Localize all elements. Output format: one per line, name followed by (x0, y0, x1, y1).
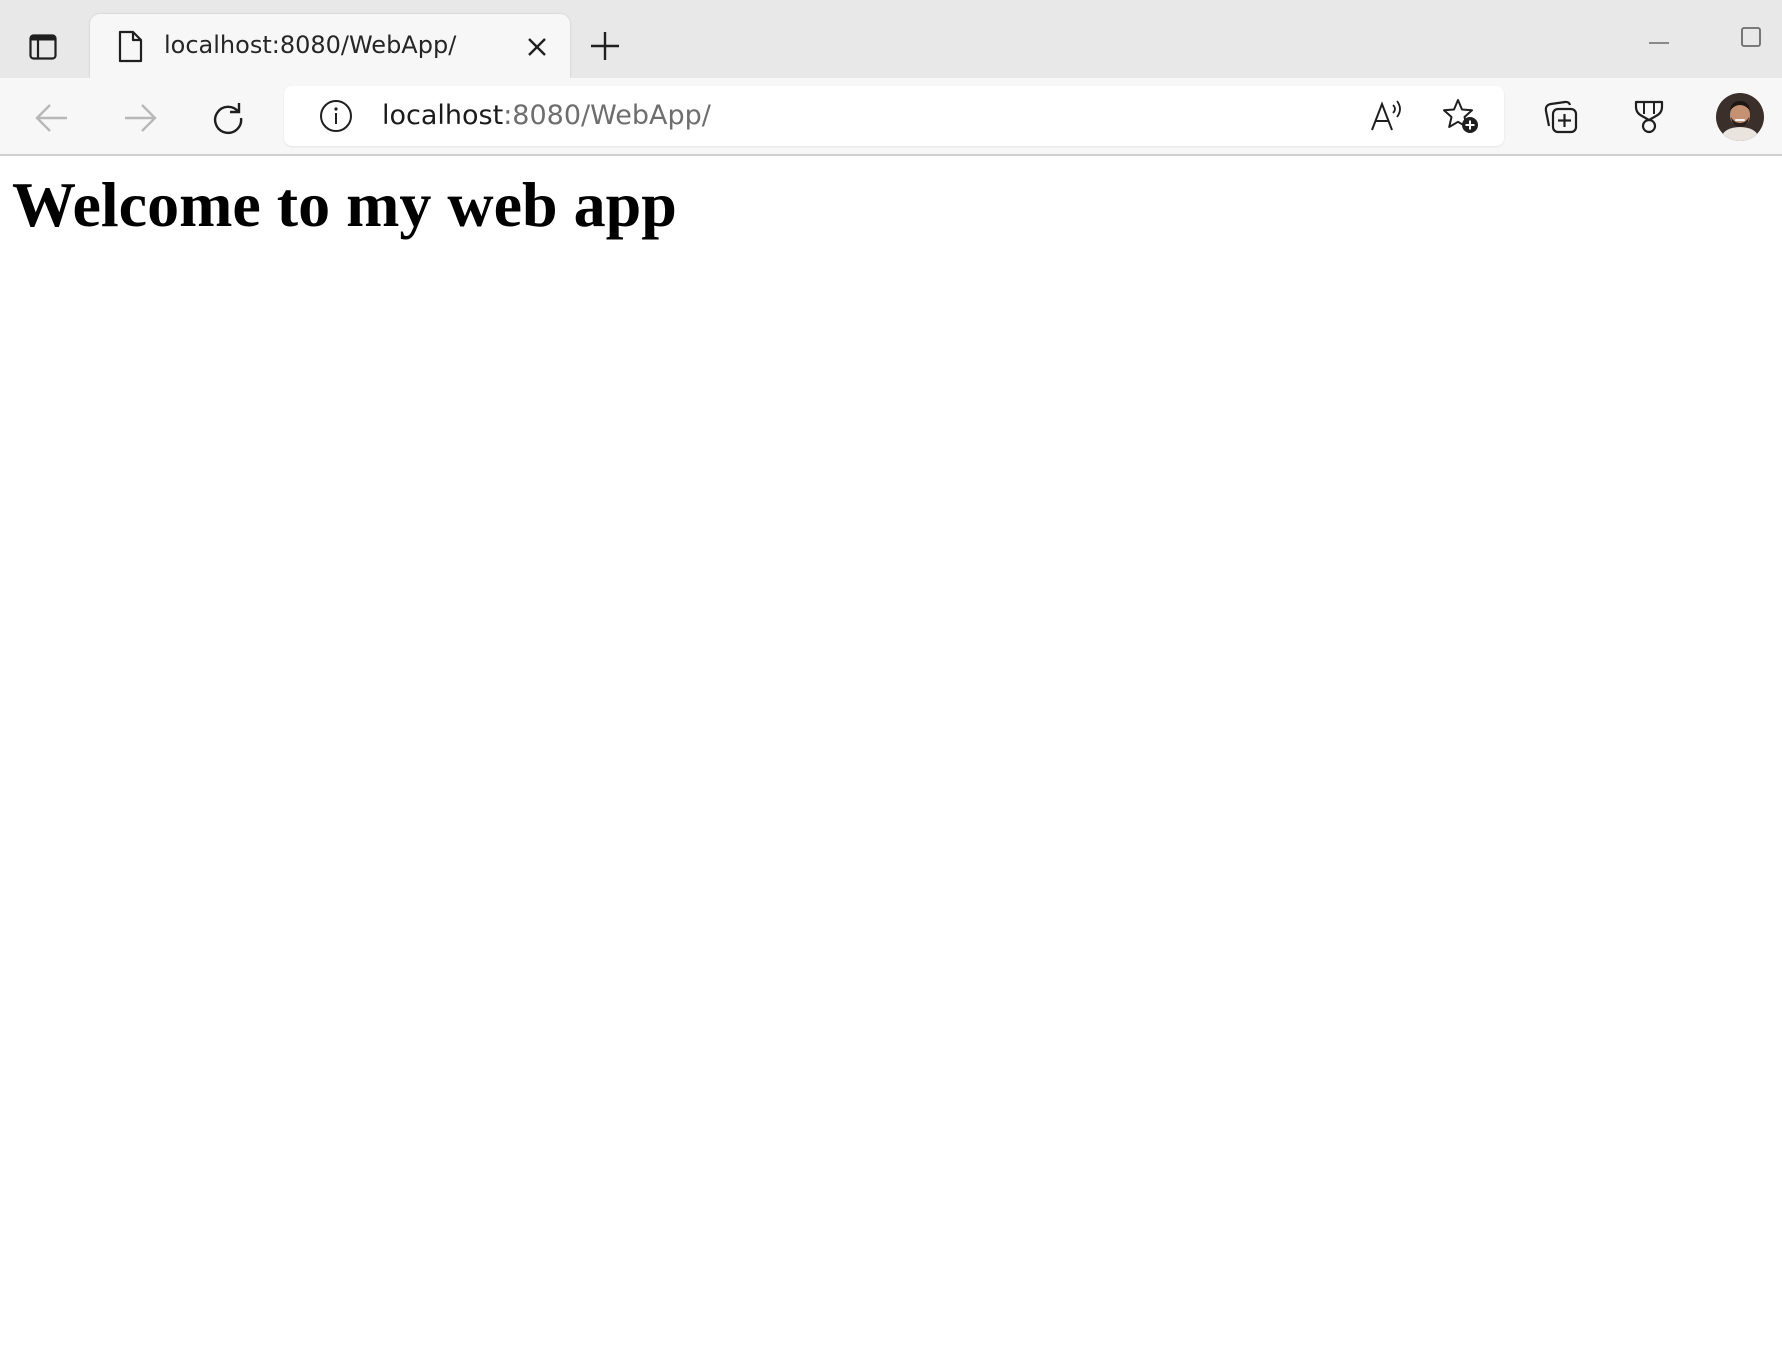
info-icon[interactable] (318, 98, 354, 134)
maximize-button[interactable] (1732, 20, 1770, 54)
trophy-icon (1634, 100, 1664, 134)
tab-actions-icon (29, 34, 57, 60)
tab-title: localhost:8080/WebApp/ (164, 31, 457, 59)
maximize-icon (1741, 27, 1761, 47)
back-button[interactable] (26, 92, 78, 144)
refresh-button[interactable] (202, 92, 254, 144)
tab-strip: localhost:8080/WebApp/ (0, 0, 1782, 78)
profile-photo (1716, 93, 1764, 141)
close-icon (528, 38, 546, 56)
profile-avatar[interactable] (1716, 93, 1764, 141)
page-heading: Welcome to my web app (12, 169, 677, 240)
tab-actions-button[interactable] (22, 26, 64, 68)
add-favorite-button[interactable] (1438, 94, 1484, 138)
collections-button[interactable] (1536, 92, 1586, 142)
refresh-icon (213, 103, 243, 134)
browser-toolbar: localhost:8080/WebApp/ (0, 78, 1782, 156)
page-content: Welcome to my web app (0, 158, 1782, 1358)
minimize-icon (1649, 42, 1669, 44)
active-tab[interactable]: localhost:8080/WebApp/ (90, 14, 570, 78)
address-url[interactable]: localhost:8080/WebApp/ (382, 100, 711, 131)
read-aloud-icon (1371, 100, 1401, 131)
page-icon (118, 30, 143, 63)
address-host: localhost (382, 100, 504, 131)
forward-arrow-icon (125, 104, 157, 132)
collections-icon (1544, 100, 1578, 134)
star-add-icon (1443, 99, 1478, 133)
tab-close-button[interactable] (522, 32, 552, 62)
address-path: :8080/WebApp/ (503, 100, 711, 131)
address-bar[interactable]: localhost:8080/WebApp/ (284, 86, 1504, 146)
minimize-button[interactable] (1640, 20, 1678, 54)
back-arrow-icon (35, 104, 67, 132)
read-aloud-button[interactable] (1364, 94, 1410, 138)
rewards-button[interactable] (1624, 92, 1674, 142)
plus-icon (591, 32, 619, 60)
new-tab-button[interactable] (584, 22, 626, 70)
forward-button[interactable] (114, 92, 166, 144)
